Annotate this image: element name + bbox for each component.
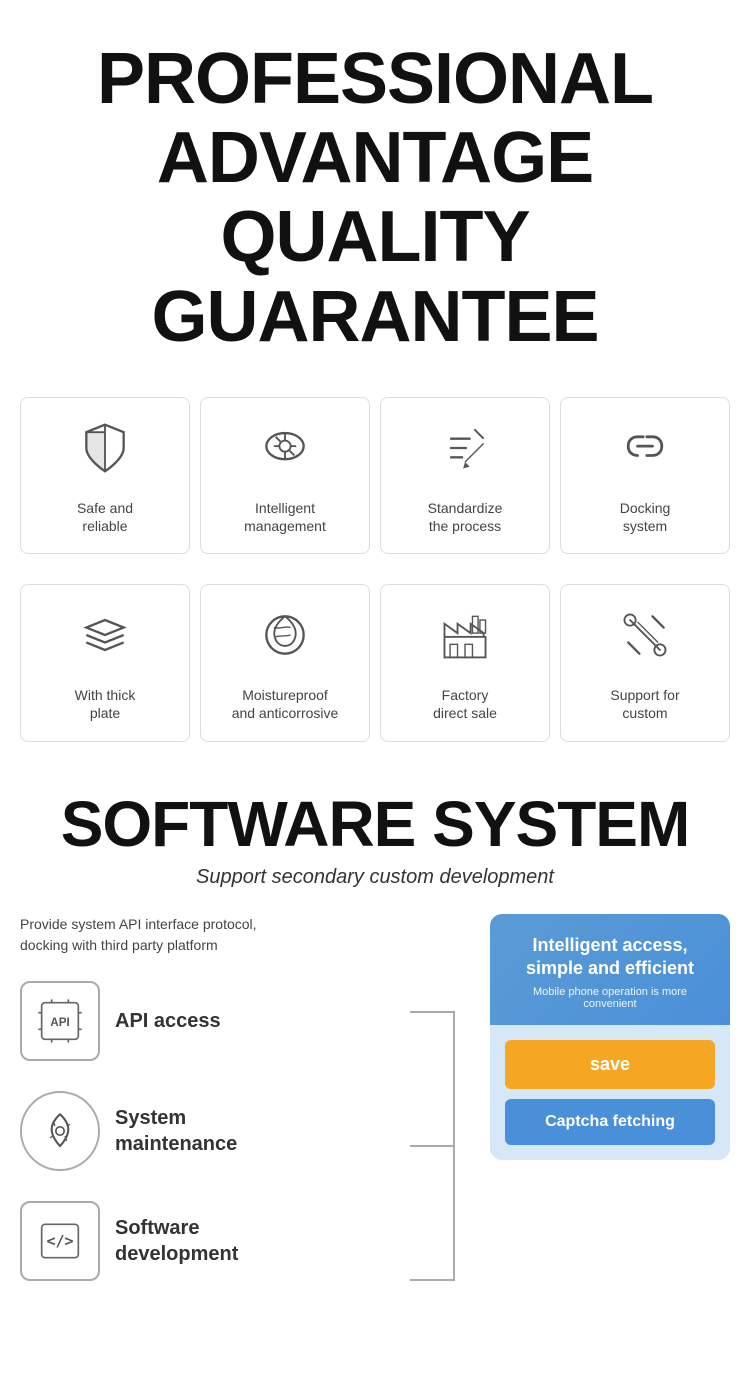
features-bracket-area: API API access: [20, 981, 470, 1311]
software-dev-label: Softwaredevelopment: [115, 1215, 238, 1267]
grid-row-1: Safe andreliable Intelligentmanagement: [0, 387, 750, 574]
tools-icon: [617, 607, 673, 672]
feature-api: API API access: [20, 981, 410, 1061]
bracket-line-mid: [410, 1145, 455, 1147]
layers-icon: [77, 607, 133, 672]
code-icon-box: </>: [20, 1201, 100, 1281]
bracket-line-bot: [410, 1279, 455, 1281]
bracket-line-top: [410, 1011, 455, 1013]
page-header: PROFESSIONAL ADVANTAGE QUALITY GUARANTEE: [0, 0, 750, 387]
bracket-vertical: [453, 1011, 455, 1281]
feature-maintenance: Systemmaintenance: [20, 1091, 410, 1171]
grid-item-thick-plate: With thickplate: [20, 584, 190, 741]
api-label: API access: [115, 1008, 221, 1034]
software-body: Provide system API interface protocol,do…: [20, 914, 730, 1311]
support-custom-label: Support forcustom: [610, 686, 679, 722]
grid-item-safe-reliable: Safe andreliable: [20, 397, 190, 554]
docking-label: Dockingsystem: [620, 499, 671, 535]
features-grid-1: Safe andreliable Intelligentmanagement: [20, 397, 730, 554]
captcha-button[interactable]: Captcha fetching: [505, 1099, 715, 1145]
maintenance-icon: [35, 1106, 85, 1156]
grid-item-moistureproof: Moistureproofand anticorrosive: [200, 584, 370, 741]
panel-subtitle: Mobile phone operation is moreconvenient: [505, 986, 715, 1010]
factory-icon: [437, 607, 493, 672]
feature-software-dev: </> Softwaredevelopment: [20, 1201, 410, 1281]
grid-item-factory: Factorydirect sale: [380, 584, 550, 741]
save-button[interactable]: save: [505, 1040, 715, 1089]
panel-header: Intelligent access,simple and efficient …: [490, 914, 730, 1026]
software-desc: Provide system API interface protocol,do…: [20, 914, 470, 956]
grid-row-2: With thickplate Moistureproofand anticor…: [0, 574, 750, 761]
grid-item-standardize: Standardizethe process: [380, 397, 550, 554]
standardize-label: Standardizethe process: [428, 499, 503, 535]
cloud-icon: [257, 420, 313, 485]
thick-plate-label: With thickplate: [75, 686, 136, 722]
software-left: Provide system API interface protocol,do…: [20, 914, 470, 1311]
api-icon-box: API: [20, 981, 100, 1061]
moistureproof-label: Moistureproofand anticorrosive: [232, 686, 339, 722]
api-icon: API: [35, 996, 85, 1046]
code-icon: </>: [35, 1216, 85, 1266]
intelligent-label: Intelligentmanagement: [244, 499, 326, 535]
maintenance-label: Systemmaintenance: [115, 1105, 237, 1157]
panel-title: Intelligent access,simple and efficient: [505, 934, 715, 981]
software-section: SOFTWARE SYSTEM Support secondary custom…: [0, 762, 750, 1331]
svg-text:</>: </>: [46, 1232, 73, 1250]
svg-text:API: API: [50, 1016, 69, 1029]
link-icon: [617, 420, 673, 485]
pencil-list-icon: [437, 420, 493, 485]
grid-item-docking: Dockingsystem: [560, 397, 730, 554]
grid-item-support-custom: Support forcustom: [560, 584, 730, 741]
bracket-connector: [410, 981, 470, 1311]
software-subtitle: Support secondary custom development: [20, 866, 730, 889]
features-column: API API access: [20, 981, 410, 1311]
maintenance-icon-box: [20, 1091, 100, 1171]
panel-body: save Captcha fetching: [490, 1025, 730, 1160]
grid-item-intelligent: Intelligentmanagement: [200, 397, 370, 554]
safe-reliable-label: Safe andreliable: [77, 499, 133, 535]
software-right: Intelligent access,simple and efficient …: [490, 914, 730, 1161]
right-panel: Intelligent access,simple and efficient …: [490, 914, 730, 1161]
main-title: PROFESSIONAL ADVANTAGE QUALITY GUARANTEE: [20, 40, 730, 357]
features-grid-2: With thickplate Moistureproofand anticor…: [20, 584, 730, 741]
leaf-icon: [257, 607, 313, 672]
shield-icon: [77, 420, 133, 485]
software-title: SOFTWARE SYSTEM: [20, 792, 730, 856]
factory-label: Factorydirect sale: [433, 686, 497, 722]
